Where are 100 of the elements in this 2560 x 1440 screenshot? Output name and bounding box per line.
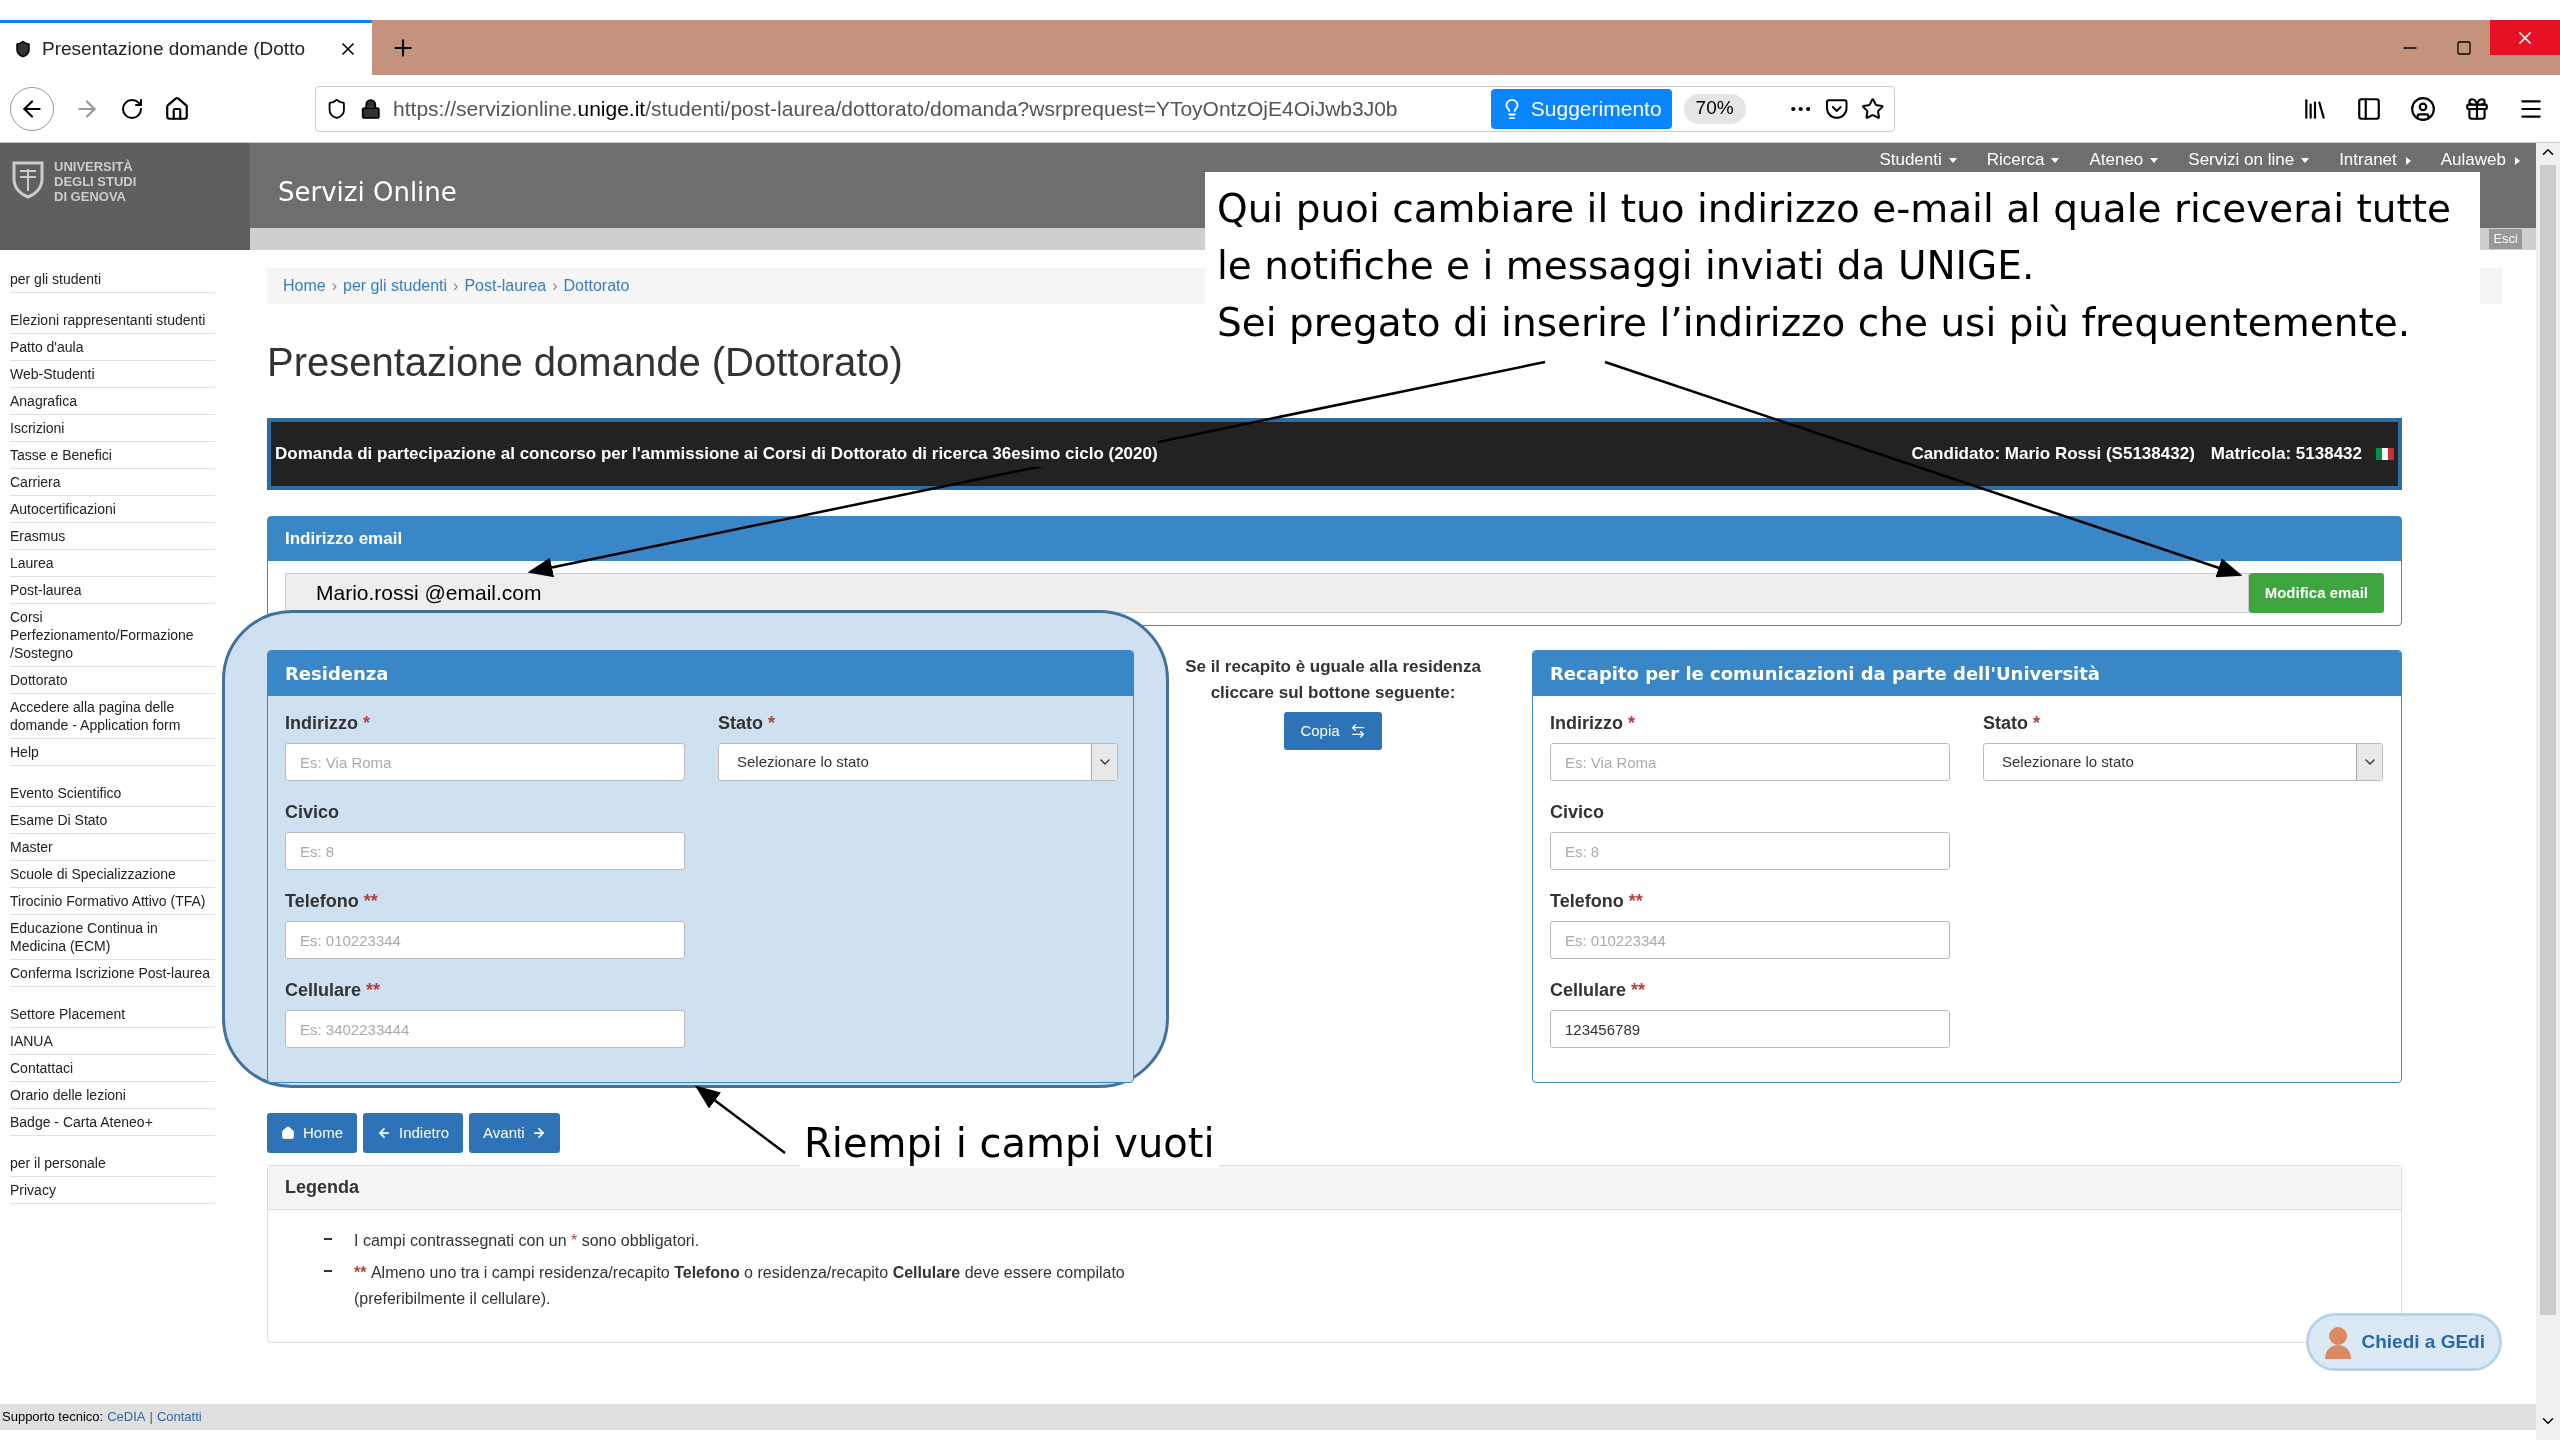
- account-icon[interactable]: [2410, 95, 2436, 122]
- sidebar-link[interactable]: Anagrafica: [10, 388, 215, 415]
- scrollbar[interactable]: [2536, 143, 2560, 1440]
- sidebar-link[interactable]: Post-laurea: [10, 577, 215, 604]
- sidebar-link[interactable]: Educazione Continua in Medicina (ECM): [10, 915, 215, 960]
- sidebar-link[interactable]: IANUA: [10, 1028, 215, 1055]
- nav-menu-item[interactable]: Aulaweb: [2440, 147, 2520, 169]
- footer-link[interactable]: CeDIA: [107, 1407, 146, 1427]
- copy-hint: Se il recapito è uguale alla residenza cliccare sul bottone seguente:: [1184, 656, 1482, 704]
- breadcrumb-link[interactable]: Dottorato: [563, 274, 630, 298]
- home-icon: [281, 1126, 295, 1140]
- field-label: Civico: [285, 802, 340, 822]
- breadcrumb-separator: ›: [453, 276, 459, 296]
- sidebar-link[interactable]: Orario delle lezioni: [10, 1082, 215, 1109]
- caret-icon: [2515, 156, 2520, 165]
- sidebar-link[interactable]: Privacy: [10, 1177, 215, 1204]
- breadcrumb-link[interactable]: per gli studenti: [343, 274, 448, 298]
- email-field[interactable]: Mario.rossi @email.com: [285, 573, 2249, 613]
- text-field[interactable]: Es: 010223344: [285, 921, 685, 959]
- sidebar-link[interactable]: Esame Di Stato: [10, 807, 215, 834]
- address-bar[interactable]: https://servizionline.unige.it/studenti/post-laurea/dottorato/domanda?wsrprequest=YToyOntzOjE4OiJwb3J0b Suggerimento 70%: [315, 85, 1895, 132]
- nav-button[interactable]: Home: [267, 1113, 357, 1153]
- sidebar-link[interactable]: Master: [10, 834, 215, 861]
- panel-title: Residenza: [285, 662, 389, 686]
- footer-link[interactable]: Contatti: [156, 1407, 202, 1427]
- nav-menu-item[interactable]: Ricerca: [1986, 147, 2060, 169]
- sidebar-link[interactable]: Scuole di Specializzazione: [10, 861, 215, 888]
- field-label: Stato *: [718, 713, 776, 733]
- caret-icon: [2405, 156, 2411, 165]
- sidebar-link[interactable]: Iscrizioni: [10, 415, 215, 442]
- arrow-right-icon: [532, 1126, 547, 1140]
- sidebar-link[interactable]: Contattaci: [10, 1055, 215, 1082]
- sidebar-link[interactable]: Autocertificazioni: [10, 496, 215, 523]
- star-icon[interactable]: [1860, 96, 1884, 121]
- caret-icon: [2301, 158, 2310, 163]
- banner-description: Domanda di partecipazione al concorso per l'ammissione ai Corsi di Dottorato di ricerca 36esimo ciclo (2020): [275, 441, 1158, 467]
- reload-icon[interactable]: [120, 96, 144, 121]
- sidebar-link[interactable]: Elezioni rappresentanti studenti: [10, 307, 215, 334]
- dash-icon: [324, 1270, 332, 1272]
- sidebar-link[interactable]: Corsi Perfezionamento/Formazione /Sostegno: [10, 604, 215, 667]
- maximize-icon[interactable]: [2456, 39, 2472, 56]
- text-field[interactable]: Es: 8: [1550, 832, 1950, 870]
- zoom-badge[interactable]: 70%: [1683, 93, 1746, 124]
- field-label: Cellulare **: [1550, 980, 1646, 1000]
- sidebar-link[interactable]: Laurea: [10, 550, 215, 577]
- swap-icon: [1349, 723, 1366, 739]
- field-label: Telefono **: [1550, 891, 1643, 911]
- caret-icon: [2150, 158, 2159, 163]
- nav-menu-item[interactable]: Ateneo: [2089, 147, 2159, 169]
- sidebar-link[interactable]: per gli studenti: [10, 266, 215, 293]
- text-field[interactable]: Es: Via Roma: [285, 743, 685, 781]
- sidebar-link[interactable]: Tasse e Benefici: [10, 442, 215, 469]
- suggestion-button[interactable]: Suggerimento: [1490, 88, 1672, 129]
- chat-button[interactable]: Chiedi a GEdi: [2306, 1313, 2502, 1371]
- page-title: Presentazione domande (Dottorato): [267, 339, 903, 386]
- breadcrumb-link[interactable]: Post-laurea: [464, 274, 547, 298]
- copy-button[interactable]: Copia: [1284, 712, 1382, 750]
- sidebar-link[interactable]: Settore Placement: [10, 1001, 215, 1028]
- sidebar-icon[interactable]: [2356, 95, 2382, 122]
- sidebar-link[interactable]: Erasmus: [10, 523, 215, 550]
- nav-menu-item[interactable]: Intranet: [2339, 147, 2411, 169]
- field-label: Telefono **: [285, 891, 378, 911]
- sidebar-link[interactable]: Tirocinio Formativo Attivo (TFA): [10, 888, 215, 915]
- panel-title: Indirizzo email: [285, 528, 403, 551]
- shield-icon: [14, 40, 32, 58]
- nav-menu-item[interactable]: Servizi on line: [2188, 147, 2310, 169]
- field-label: Civico: [1550, 802, 1605, 822]
- dash-icon: [324, 1238, 332, 1240]
- site-title: Servizi Online: [278, 176, 457, 209]
- text-field[interactable]: Es: Via Roma: [1550, 743, 1950, 781]
- state-select[interactable]: Selezionare lo stato: [718, 743, 1118, 781]
- sidebar-link[interactable]: Patto d'aula: [10, 334, 215, 361]
- sidebar-link[interactable]: Carriera: [10, 469, 215, 496]
- lock-icon: [359, 97, 382, 120]
- panel-title: Legenda: [285, 1176, 359, 1199]
- home-icon[interactable]: [164, 95, 190, 122]
- pocket-icon[interactable]: [1825, 96, 1849, 121]
- nav-menu-item[interactable]: Studenti: [1879, 147, 1957, 169]
- text-field[interactable]: 123456789: [1550, 1010, 1950, 1048]
- browser-tab[interactable]: Presentazione domande (Dotto: [0, 20, 372, 75]
- sidebar-link[interactable]: Accedere alla pagina delle domande - Application form: [10, 694, 215, 739]
- breadcrumb-link[interactable]: Home: [283, 274, 326, 298]
- text-field[interactable]: Es: 010223344: [1550, 921, 1950, 959]
- sidebar-link[interactable]: Help: [10, 739, 215, 766]
- sidebar-link[interactable]: Web-Studenti: [10, 361, 215, 388]
- state-select[interactable]: Selezionare lo stato: [1983, 743, 2383, 781]
- sidebar-link[interactable]: Conferma Iscrizione Post-laurea: [10, 960, 215, 987]
- legend-text: ** Almeno uno tra i campi residenza/recapito Telefono o residenza/recapito Cellulare deve essere compilato (preferibilmente il cellulare).: [354, 1263, 1126, 1309]
- nav-button[interactable]: Avanti: [469, 1113, 561, 1153]
- sidebar-link[interactable]: per il personale: [10, 1150, 215, 1177]
- gift-icon[interactable]: [2464, 95, 2490, 122]
- breadcrumb-separator: ›: [552, 276, 558, 296]
- sidebar-link[interactable]: Dottorato: [10, 667, 215, 694]
- field-label: Indirizzo *: [1550, 713, 1636, 733]
- legend-text: I campi contrassegnati con un * sono obbligatori.: [354, 1231, 701, 1251]
- nav-button[interactable]: Indietro: [363, 1113, 464, 1153]
- sidebar-link[interactable]: Badge - Carta Ateneo+: [10, 1109, 215, 1136]
- text-field[interactable]: Es: 8: [285, 832, 685, 870]
- text-field[interactable]: Es: 3402233444: [285, 1010, 685, 1048]
- sidebar-link[interactable]: Evento Scientifico: [10, 780, 215, 807]
